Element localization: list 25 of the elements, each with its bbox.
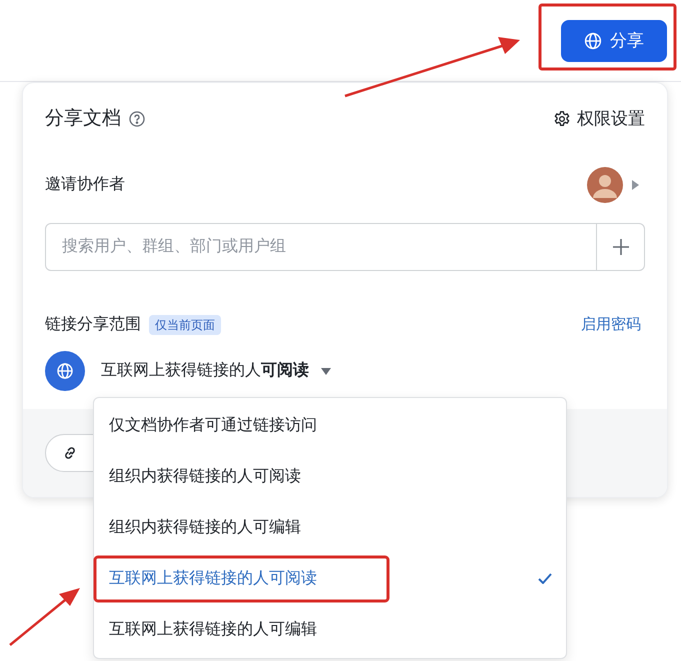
search-field[interactable]: 搜索用户、群组、部门或用户组 xyxy=(45,223,597,271)
plus-icon xyxy=(612,238,630,256)
dropdown-option[interactable]: 组织内获得链接的人可编辑 xyxy=(94,502,566,554)
avatar-icon[interactable] xyxy=(587,167,623,203)
dropdown-option[interactable]: 组织内获得链接的人可阅读 xyxy=(94,452,566,503)
permission-settings-link[interactable]: 权限设置 xyxy=(553,106,645,132)
dropdown-caret-icon xyxy=(321,368,331,374)
check-icon xyxy=(538,573,552,584)
scope-badge: 仅当前页面 xyxy=(149,315,221,335)
invite-label: 邀请协作者 xyxy=(45,174,125,195)
link-icon xyxy=(62,445,78,461)
help-icon xyxy=(129,111,145,127)
dropdown-option[interactable]: 互联网上获得链接的人可编辑 xyxy=(94,604,566,655)
globe-icon xyxy=(584,32,602,50)
share-button[interactable]: 分享 xyxy=(561,20,667,62)
caret-icon[interactable] xyxy=(631,180,639,190)
add-button[interactable] xyxy=(597,223,645,271)
dropdown-option[interactable]: 仅文档协作者可通过链接访问 xyxy=(94,401,566,452)
settings-icon xyxy=(553,110,571,128)
link-scope-label: 链接分享范围 xyxy=(45,314,141,335)
access-dropdown[interactable]: 互联网上获得链接的人可阅读 xyxy=(101,359,331,383)
enable-password-link[interactable]: 启用密码 xyxy=(581,314,645,336)
dropdown-option[interactable]: 互联网上获得链接的人可阅读 xyxy=(94,553,566,604)
globe-icon xyxy=(45,351,85,391)
panel-title: 分享文档 xyxy=(45,106,121,131)
